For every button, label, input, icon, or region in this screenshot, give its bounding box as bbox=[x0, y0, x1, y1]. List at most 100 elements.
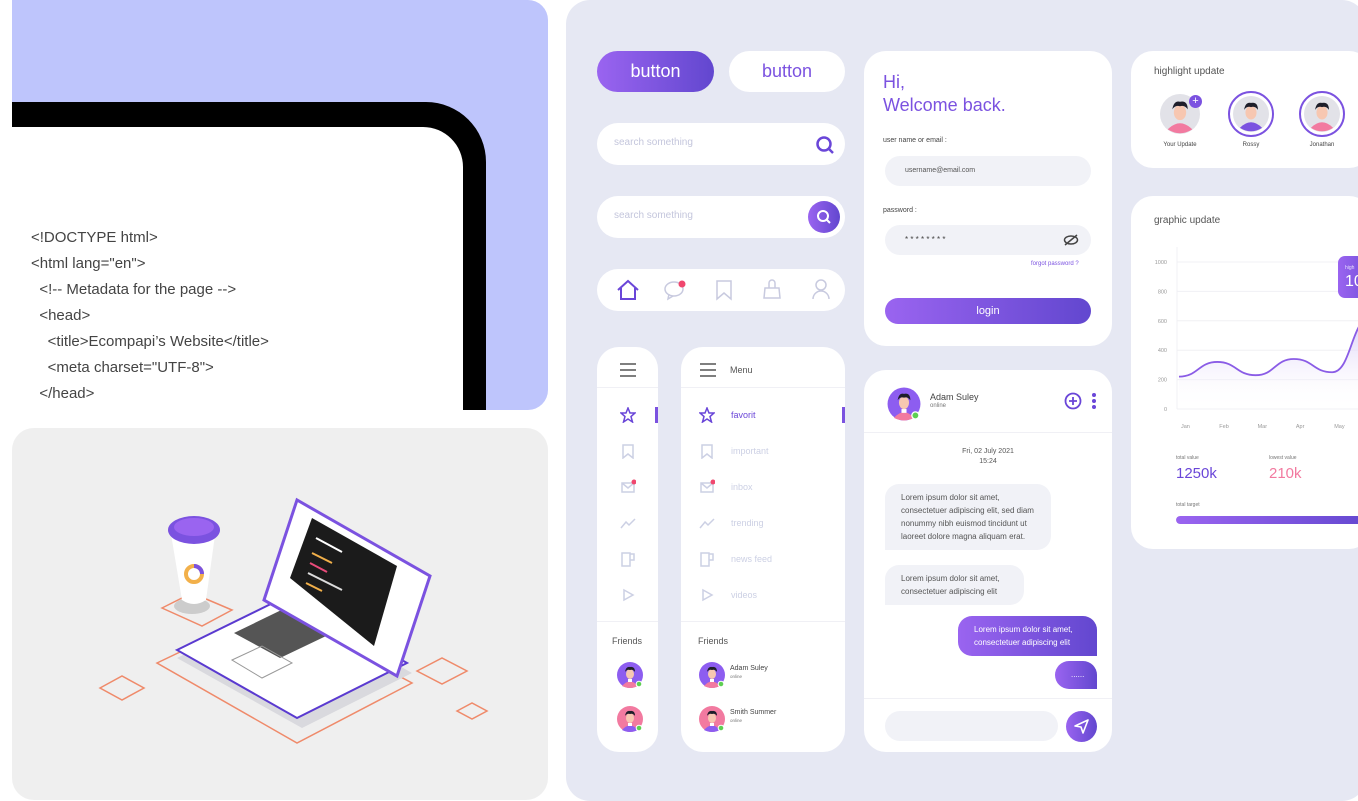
highlight-name: Rossy bbox=[1242, 142, 1260, 148]
menu-item-videos[interactable]: videos bbox=[681, 577, 845, 613]
play-icon bbox=[702, 588, 714, 602]
highlight-name: Your Update bbox=[1163, 142, 1197, 148]
bag-icon[interactable] bbox=[763, 278, 781, 300]
bookmark-icon bbox=[701, 444, 713, 459]
hamburger-menu-icon[interactable] bbox=[700, 363, 716, 377]
user-icon[interactable] bbox=[811, 278, 831, 300]
code-panel: <!DOCTYPE html> <html lang="en"> <!-- Met… bbox=[12, 0, 548, 410]
highlight-name: Jonathan bbox=[1309, 142, 1335, 148]
chat-timestamp: Fri, 02 July 2021 15:24 bbox=[962, 448, 1014, 465]
collapsed-sidebar: Friends bbox=[597, 347, 658, 752]
send-icon bbox=[1074, 719, 1089, 734]
person-avatar-icon bbox=[1233, 96, 1269, 132]
friend-avatar[interactable] bbox=[615, 660, 645, 695]
friend-item[interactable]: Smith Summer online bbox=[697, 704, 837, 732]
search-button[interactable] bbox=[808, 201, 840, 233]
menu-sidebar: Menu favorit important inbox trending news f… bbox=[681, 347, 845, 752]
highlight-story[interactable]: + Your Update bbox=[1155, 91, 1205, 148]
menu-item-label: important bbox=[731, 446, 769, 456]
add-story-icon[interactable]: + bbox=[1189, 95, 1202, 108]
avatar-icon bbox=[887, 387, 921, 421]
password-input[interactable]: * * * * * * * * bbox=[885, 225, 1091, 255]
total-target-label: total target bbox=[1176, 502, 1200, 508]
secondary-button[interactable]: button bbox=[729, 51, 845, 92]
friend-name: Smith Summer bbox=[730, 709, 777, 716]
forgot-password-link[interactable]: forgot password ? bbox=[1031, 261, 1079, 267]
username-input[interactable]: username@email.com bbox=[885, 156, 1091, 186]
x-tick-label: May bbox=[1334, 424, 1345, 430]
search-input[interactable]: search something bbox=[597, 123, 845, 165]
menu-item-label: inbox bbox=[731, 482, 753, 492]
menu-item-favorit[interactable]: favorit bbox=[681, 397, 845, 433]
primary-button[interactable]: button bbox=[597, 51, 714, 92]
sidebar-item-important[interactable] bbox=[597, 433, 658, 469]
menu-title: Menu bbox=[730, 365, 753, 375]
hamburger-menu-icon[interactable] bbox=[620, 363, 636, 377]
star-icon bbox=[699, 407, 715, 423]
avatar-icon bbox=[617, 706, 643, 732]
highlight-story[interactable]: Rossy bbox=[1226, 91, 1276, 148]
greeting: Hi, Welcome back. bbox=[883, 72, 1006, 115]
menu-item-trending[interactable]: trending bbox=[681, 505, 845, 541]
home-icon[interactable] bbox=[616, 279, 640, 301]
sidebar-item-inbox[interactable] bbox=[597, 469, 658, 505]
message-input[interactable] bbox=[885, 711, 1058, 741]
chat-contact-status: online bbox=[930, 403, 947, 409]
y-tick-label: 800 bbox=[1158, 289, 1167, 295]
friends-heading: Friends bbox=[612, 636, 643, 646]
login-button[interactable]: login bbox=[885, 298, 1091, 324]
highlight-title: highlight update bbox=[1154, 66, 1225, 77]
login-card: Hi, Welcome back. user name or email : us… bbox=[864, 51, 1112, 346]
laptop-coffee-illustration bbox=[98, 497, 489, 744]
typing-message: ...... bbox=[1055, 661, 1097, 689]
x-tick-label: Feb bbox=[1219, 424, 1228, 430]
friend-avatar[interactable] bbox=[615, 704, 645, 739]
friend-item[interactable]: Adam Suley online bbox=[697, 660, 837, 688]
menu-item-news-feed[interactable]: news feed bbox=[681, 541, 845, 577]
sidebar-item-news-feed[interactable] bbox=[597, 541, 658, 577]
mail-icon bbox=[620, 479, 636, 493]
chat-card: Adam Suley online Fri, 02 July 2021 15:24… bbox=[864, 370, 1112, 752]
password-label: password : bbox=[883, 207, 917, 214]
total-value: 1250k bbox=[1176, 465, 1217, 482]
search-input-filled-button[interactable]: search something bbox=[597, 196, 845, 238]
sent-message: Lorem ipsum dolor sit amet, consectetuer… bbox=[958, 616, 1097, 656]
y-tick-label: 0 bbox=[1164, 407, 1167, 413]
x-tick-label: Mar bbox=[1258, 424, 1268, 430]
mail-icon bbox=[700, 479, 715, 493]
menu-item-label: trending bbox=[731, 518, 764, 528]
x-tick-label: Apr bbox=[1296, 424, 1305, 430]
friend-name: Adam Suley bbox=[730, 665, 768, 672]
menu-item-label: favorit bbox=[731, 410, 756, 420]
chat-contact-name: Adam Suley bbox=[930, 392, 979, 402]
graphic-card: graphic update 0 200 400 600 800 1000 Jan Feb Ma… bbox=[1131, 196, 1358, 549]
bookmark-icon[interactable] bbox=[715, 279, 733, 301]
avatar-icon bbox=[699, 662, 725, 688]
trending-icon bbox=[699, 518, 715, 529]
play-icon bbox=[622, 588, 635, 602]
menu-item-important[interactable]: important bbox=[681, 433, 845, 469]
menu-item-inbox[interactable]: inbox bbox=[681, 469, 845, 505]
add-circle-icon[interactable] bbox=[1064, 392, 1082, 410]
chart-tooltip: high10 bbox=[1338, 256, 1358, 298]
news-icon bbox=[700, 552, 714, 567]
search-placeholder: search something bbox=[614, 137, 693, 148]
sidebar-item-favorit[interactable] bbox=[597, 397, 658, 433]
y-tick-label: 200 bbox=[1158, 378, 1167, 384]
sidebar-item-trending[interactable] bbox=[597, 505, 658, 541]
search-icon[interactable] bbox=[815, 135, 835, 155]
highlight-story[interactable]: Jonathan bbox=[1297, 91, 1347, 148]
send-button[interactable] bbox=[1066, 711, 1097, 742]
laptop-illustration bbox=[12, 428, 548, 800]
received-message: Lorem ipsum dolor sit amet, consectetuer… bbox=[885, 484, 1051, 550]
lowest-value: 210k bbox=[1269, 465, 1302, 482]
more-options-icon[interactable] bbox=[1091, 392, 1097, 410]
search-placeholder: search something bbox=[614, 210, 693, 221]
trending-icon bbox=[619, 518, 636, 529]
search-icon bbox=[817, 210, 831, 224]
sidebar-item-videos[interactable] bbox=[597, 577, 658, 613]
eye-hidden-icon[interactable] bbox=[1063, 234, 1079, 246]
chat-icon[interactable] bbox=[664, 279, 688, 301]
y-tick-label: 400 bbox=[1158, 348, 1167, 354]
lowest-value-label: lowest value bbox=[1269, 455, 1297, 461]
